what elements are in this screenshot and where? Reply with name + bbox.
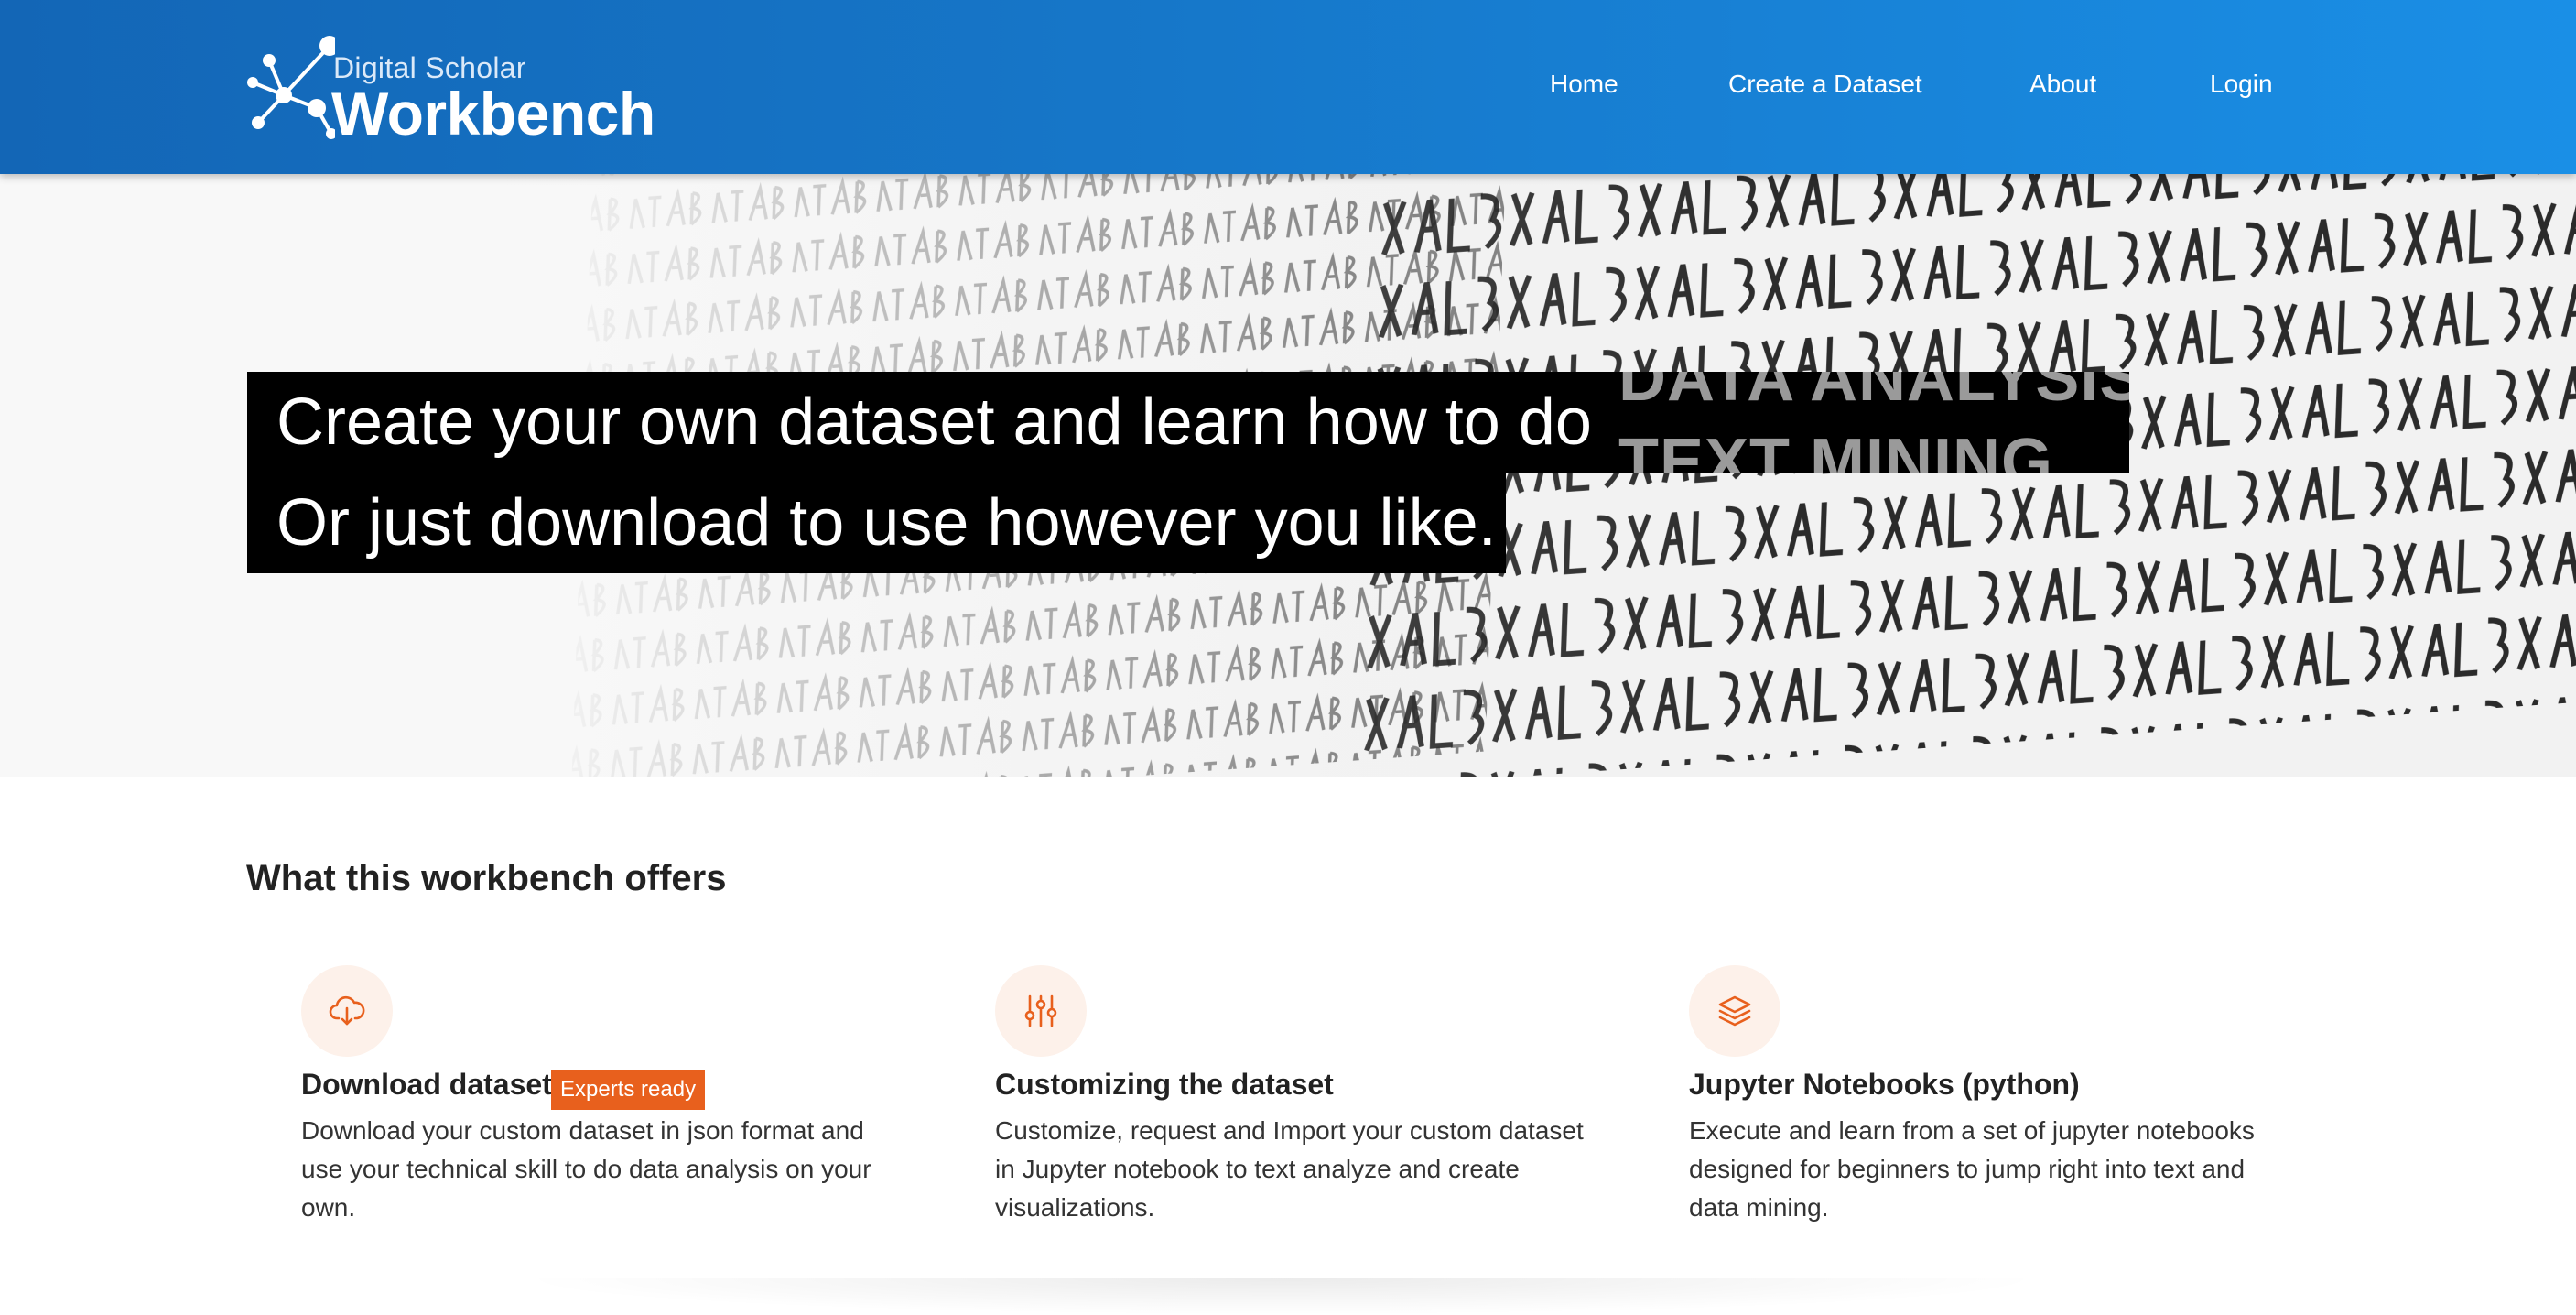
hero-banner: Create your own dataset and learn how to… [0, 174, 2576, 777]
cloud-download-icon [301, 965, 393, 1057]
main-nav: Home Create a Dataset About Login [0, 70, 2576, 106]
hero-rotating-words: DATA ANALYSIS TEXT MINING [1618, 372, 2129, 473]
nav-about[interactable]: About [2029, 70, 2096, 99]
rotating-word-text-mining: TEXT MINING [1618, 426, 2053, 473]
feature-title: Jupyter Notebooks (python) [1689, 1068, 2080, 1101]
nav-login[interactable]: Login [2210, 70, 2273, 99]
hero-headline-2-text: Or just download to use however you like… [276, 486, 1497, 560]
experts-ready-badge: Experts ready [551, 1070, 706, 1110]
sliders-icon [995, 965, 1087, 1057]
hero-headline-2: Or just download to use however you like… [247, 473, 1506, 573]
rotating-word-data-analysis: DATA ANALYSIS [1618, 372, 2129, 415]
feature-description: Download your custom dataset in json for… [301, 1116, 871, 1222]
layers-icon [1689, 965, 1780, 1057]
feature-description: Execute and learn from a set of jupyter … [1689, 1116, 2255, 1222]
site-header: Digital Scholar Workbench Home Create a … [0, 0, 2576, 174]
offers-section-title: What this workbench offers [246, 858, 727, 898]
feature-title: Customizing the dataset [995, 1068, 1334, 1101]
feature-description: Customize, request and Import your custo… [995, 1116, 1584, 1222]
nav-home[interactable]: Home [1550, 70, 1618, 99]
feature-title: Download dataset [301, 1068, 552, 1101]
nav-create-dataset[interactable]: Create a Dataset [1728, 70, 1922, 99]
card-shadow-divider [513, 1278, 2051, 1315]
hero-headline-1-text: Create your own dataset and learn how to… [276, 386, 1592, 459]
